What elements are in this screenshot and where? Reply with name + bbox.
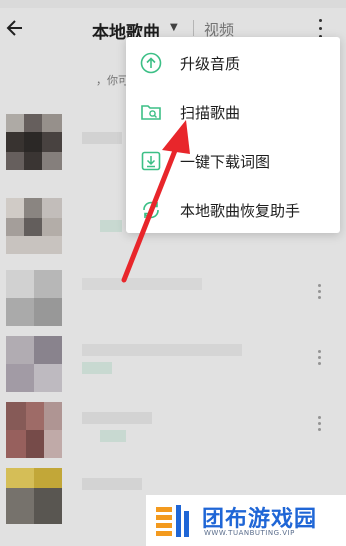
- watermark-logo: [154, 501, 194, 541]
- scan-folder-icon: [140, 101, 162, 123]
- watermark-domain: WWW.TUANBUTING.VIP: [204, 529, 295, 537]
- menu-item-label: 本地歌曲恢复助手: [180, 202, 301, 220]
- menu-item-upgrade-quality[interactable]: 升级音质: [126, 39, 340, 88]
- menu-item-label: 扫描歌曲: [180, 104, 241, 122]
- upgrade-quality-icon: [140, 52, 162, 74]
- restore-icon: [140, 199, 162, 221]
- menu-item-label: 升级音质: [180, 55, 241, 73]
- watermark: 团布游戏园 WWW.TUANBUTING.VIP: [146, 495, 346, 546]
- download-icon: [140, 150, 162, 172]
- menu-item-label: 一键下载词图: [180, 153, 271, 171]
- menu-item-scan-songs[interactable]: 扫描歌曲: [126, 88, 340, 137]
- menu-item-restore-assistant[interactable]: 本地歌曲恢复助手: [126, 186, 340, 235]
- menu-item-download-lyrics[interactable]: 一键下载词图: [126, 137, 340, 186]
- overflow-menu: 升级音质 扫描歌曲 一键下载词图 本地歌曲恢复助手: [126, 37, 340, 233]
